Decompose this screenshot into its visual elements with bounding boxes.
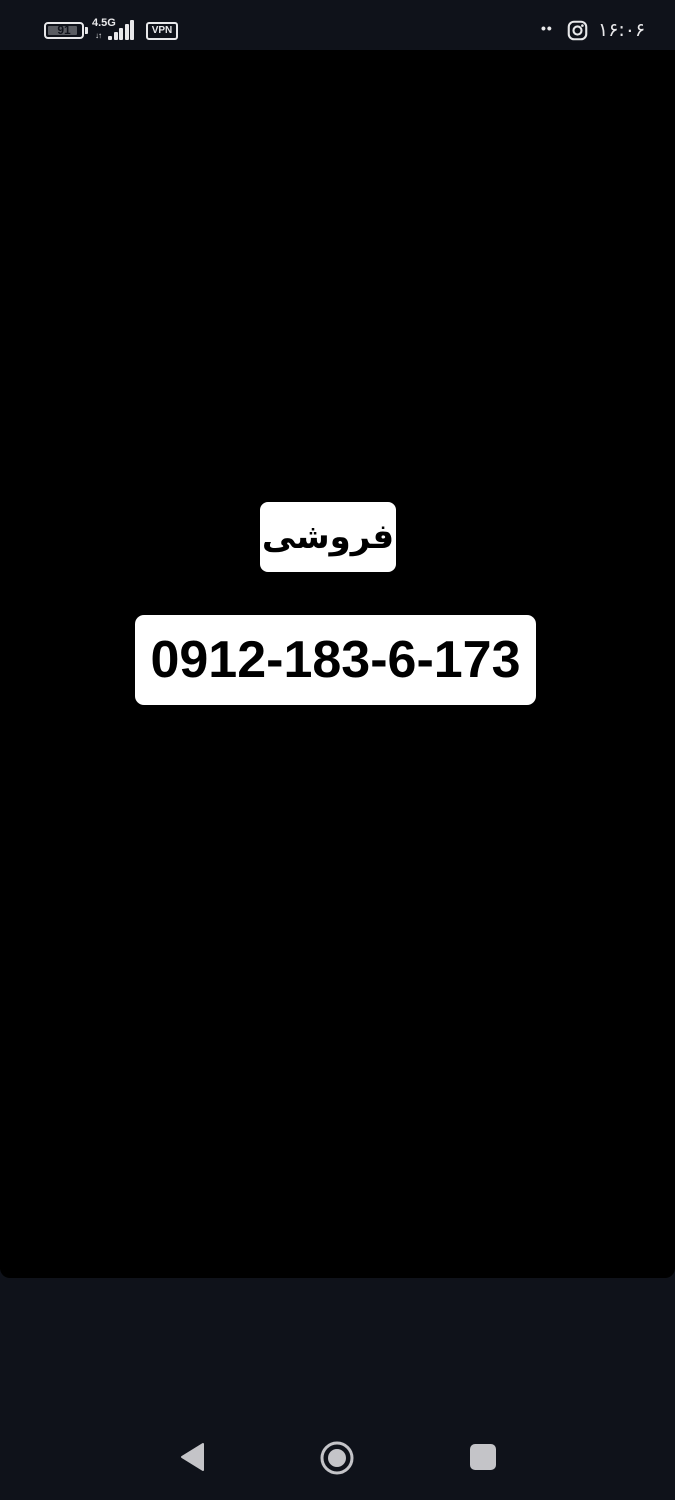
recents-square-icon[interactable] <box>470 1444 496 1470</box>
data-activity-icon: ↓↑ <box>95 31 102 40</box>
clock: ۱۶:۰۶ <box>598 19 646 41</box>
signal-strength-icon <box>108 20 136 40</box>
home-circle-icon[interactable] <box>319 1440 355 1476</box>
phone-number-box: 0912-183-6-173 <box>135 615 536 705</box>
battery-level: 91 <box>57 23 71 37</box>
sale-label: فروشی <box>260 502 396 572</box>
battery-tip <box>85 27 88 34</box>
notification-dots: •• <box>541 20 553 36</box>
vpn-badge: VPN <box>146 22 178 40</box>
signal-bar <box>113 32 118 40</box>
signal-bar <box>119 28 123 40</box>
instagram-icon <box>567 20 588 41</box>
signal-bar <box>130 20 134 40</box>
sale-label-text: فروشی <box>261 517 395 557</box>
signal-bar <box>124 24 129 40</box>
status-bar: 91 4.5G ↓↑ VPN •• ۱۶:۰۶ <box>0 0 675 50</box>
signal-bar <box>108 36 112 40</box>
back-triangle-icon[interactable] <box>179 1441 205 1473</box>
phone-number-text: 0912-183-6-173 <box>150 631 521 689</box>
battery-icon: 91 <box>44 22 84 39</box>
